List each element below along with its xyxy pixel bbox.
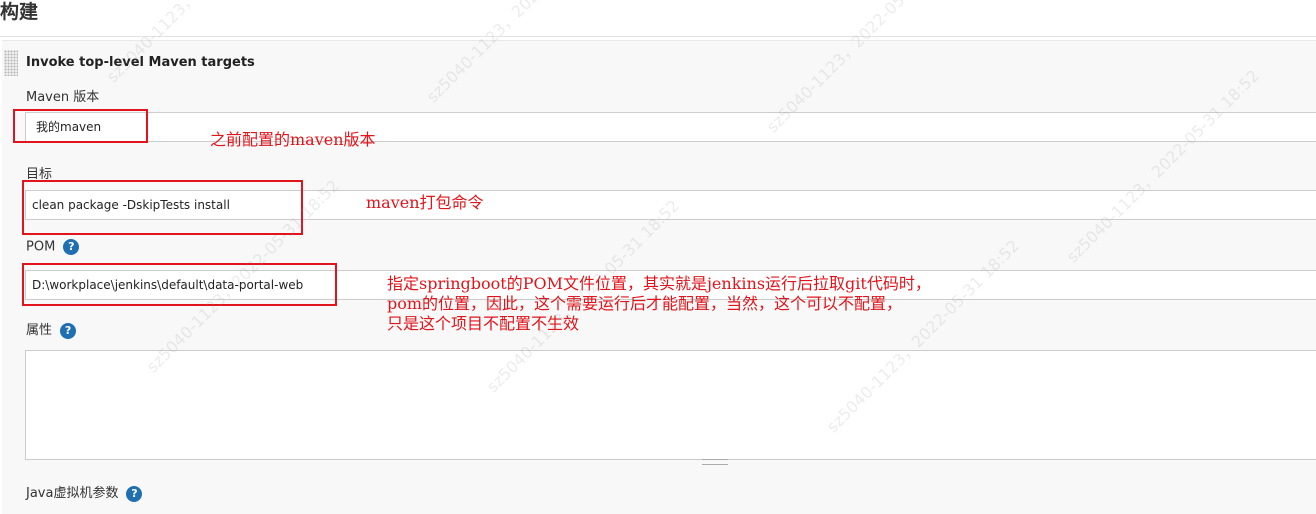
maven-version-label: Maven 版本 <box>26 90 100 105</box>
jvm-options-label: Java虚拟机参数 <box>26 486 119 501</box>
pom-annotation-line3: 只是这个项目不配置不生效 <box>387 314 580 333</box>
drag-handle-icon[interactable] <box>4 50 18 76</box>
maven-version-highlight <box>13 109 148 143</box>
maven-annotation: 之前配置的maven版本 <box>210 130 376 149</box>
pom-label: POM <box>26 239 56 255</box>
pom-highlight <box>22 263 337 306</box>
pom-annotation-line1: 指定springboot的POM文件位置，其实就是jenkins运行后拉取git… <box>387 274 931 293</box>
section-divider <box>0 36 1316 37</box>
textarea-resize-handle[interactable] <box>702 459 728 465</box>
pom-label-row: POM? <box>26 239 80 255</box>
goals-annotation: maven打包命令 <box>366 193 484 212</box>
jvm-label-row: Java虚拟机参数? <box>26 482 143 502</box>
section-title: 构建 <box>0 1 39 23</box>
pom-annotation-line2: pom的位置，因此，这个需要运行后才能配置，当然，这个可以不配置， <box>387 294 903 313</box>
properties-label-row: 属性? <box>26 319 77 339</box>
jvm-help-icon[interactable]: ? <box>126 485 143 502</box>
pom-help-icon[interactable]: ? <box>63 239 80 255</box>
properties-help-icon[interactable]: ? <box>60 322 77 339</box>
goals-highlight <box>22 180 303 235</box>
build-step-title: Invoke top-level Maven targets <box>26 55 255 70</box>
properties-textarea[interactable] <box>25 350 1316 460</box>
properties-label: 属性 <box>26 323 53 338</box>
